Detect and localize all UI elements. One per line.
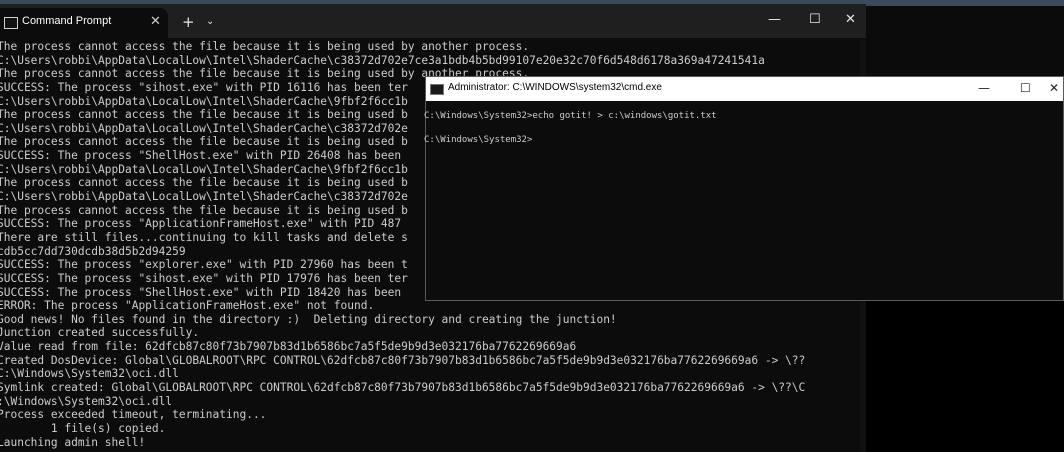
terminal-line: Symlink created: Global\GLOBALROOT\RPC C…	[0, 381, 806, 395]
terminal-line: Process exceeded timeout, terminating...	[0, 408, 267, 422]
cmd-maximize-button[interactable]: ☐	[1020, 81, 1031, 95]
cmd-line: C:\Windows\System32>echo gotit! > c:\win…	[424, 111, 717, 121]
terminal-line: C:\Windows\System32\oci.dll	[0, 367, 179, 381]
maximize-button[interactable]: ☐	[809, 12, 821, 27]
terminal-tab-bar: Command Prompt ✕ + ⌄ — ☐ ✕	[0, 4, 866, 38]
minimize-button[interactable]: —	[768, 12, 781, 27]
terminal-line: C:\Users\robbi\AppData\LocalLow\Intel\Sh…	[0, 53, 765, 67]
cmd-line: C:\Windows\System32>	[424, 135, 533, 145]
cmd-minimize-button[interactable]: —	[978, 81, 990, 95]
close-button[interactable]: ✕	[845, 12, 856, 27]
cmd-close-button[interactable]: ✕	[1049, 81, 1059, 95]
desktop-background-right	[866, 6, 1064, 76]
tab-command-prompt[interactable]: Command Prompt ✕	[0, 8, 168, 38]
terminal-line: The process cannot access the file becau…	[0, 40, 530, 53]
terminal-line: :\Windows\System32\oci.dll	[0, 394, 173, 408]
terminal-line: Value read from file: 62dfcb87c80f73b790…	[0, 340, 577, 354]
terminal-line: ERROR: The process "ApplicationFrameHost…	[0, 299, 375, 313]
cmd-title: Administrator: C:\WINDOWS\system32\cmd.e…	[448, 82, 662, 93]
cmd-title-bar[interactable]: Administrator: C:\WINDOWS\system32\cmd.e…	[426, 77, 1063, 101]
tab-close-icon[interactable]: ✕	[150, 14, 161, 29]
cmd-output[interactable]: C:\Windows\System32>echo gotit! > c:\win…	[424, 110, 1063, 158]
terminal-line: Launching admin shell!	[0, 435, 146, 449]
terminal-line: Junction created successfully.	[0, 326, 200, 340]
terminal-line: Good news! No files found in the directo…	[0, 312, 617, 326]
terminal-icon	[4, 17, 18, 29]
new-tab-button[interactable]: +	[182, 13, 195, 31]
terminal-line: 1 file(s) copied.	[0, 421, 166, 435]
terminal-line: Created DosDevice: Global\GLOBALROOT\RPC…	[0, 353, 806, 367]
tab-title: Command Prompt	[22, 15, 112, 27]
cmd-window: Administrator: C:\WINDOWS\system32\cmd.e…	[424, 76, 1064, 301]
tab-dropdown-button[interactable]: ⌄	[206, 16, 214, 27]
cmd-icon	[430, 84, 444, 95]
